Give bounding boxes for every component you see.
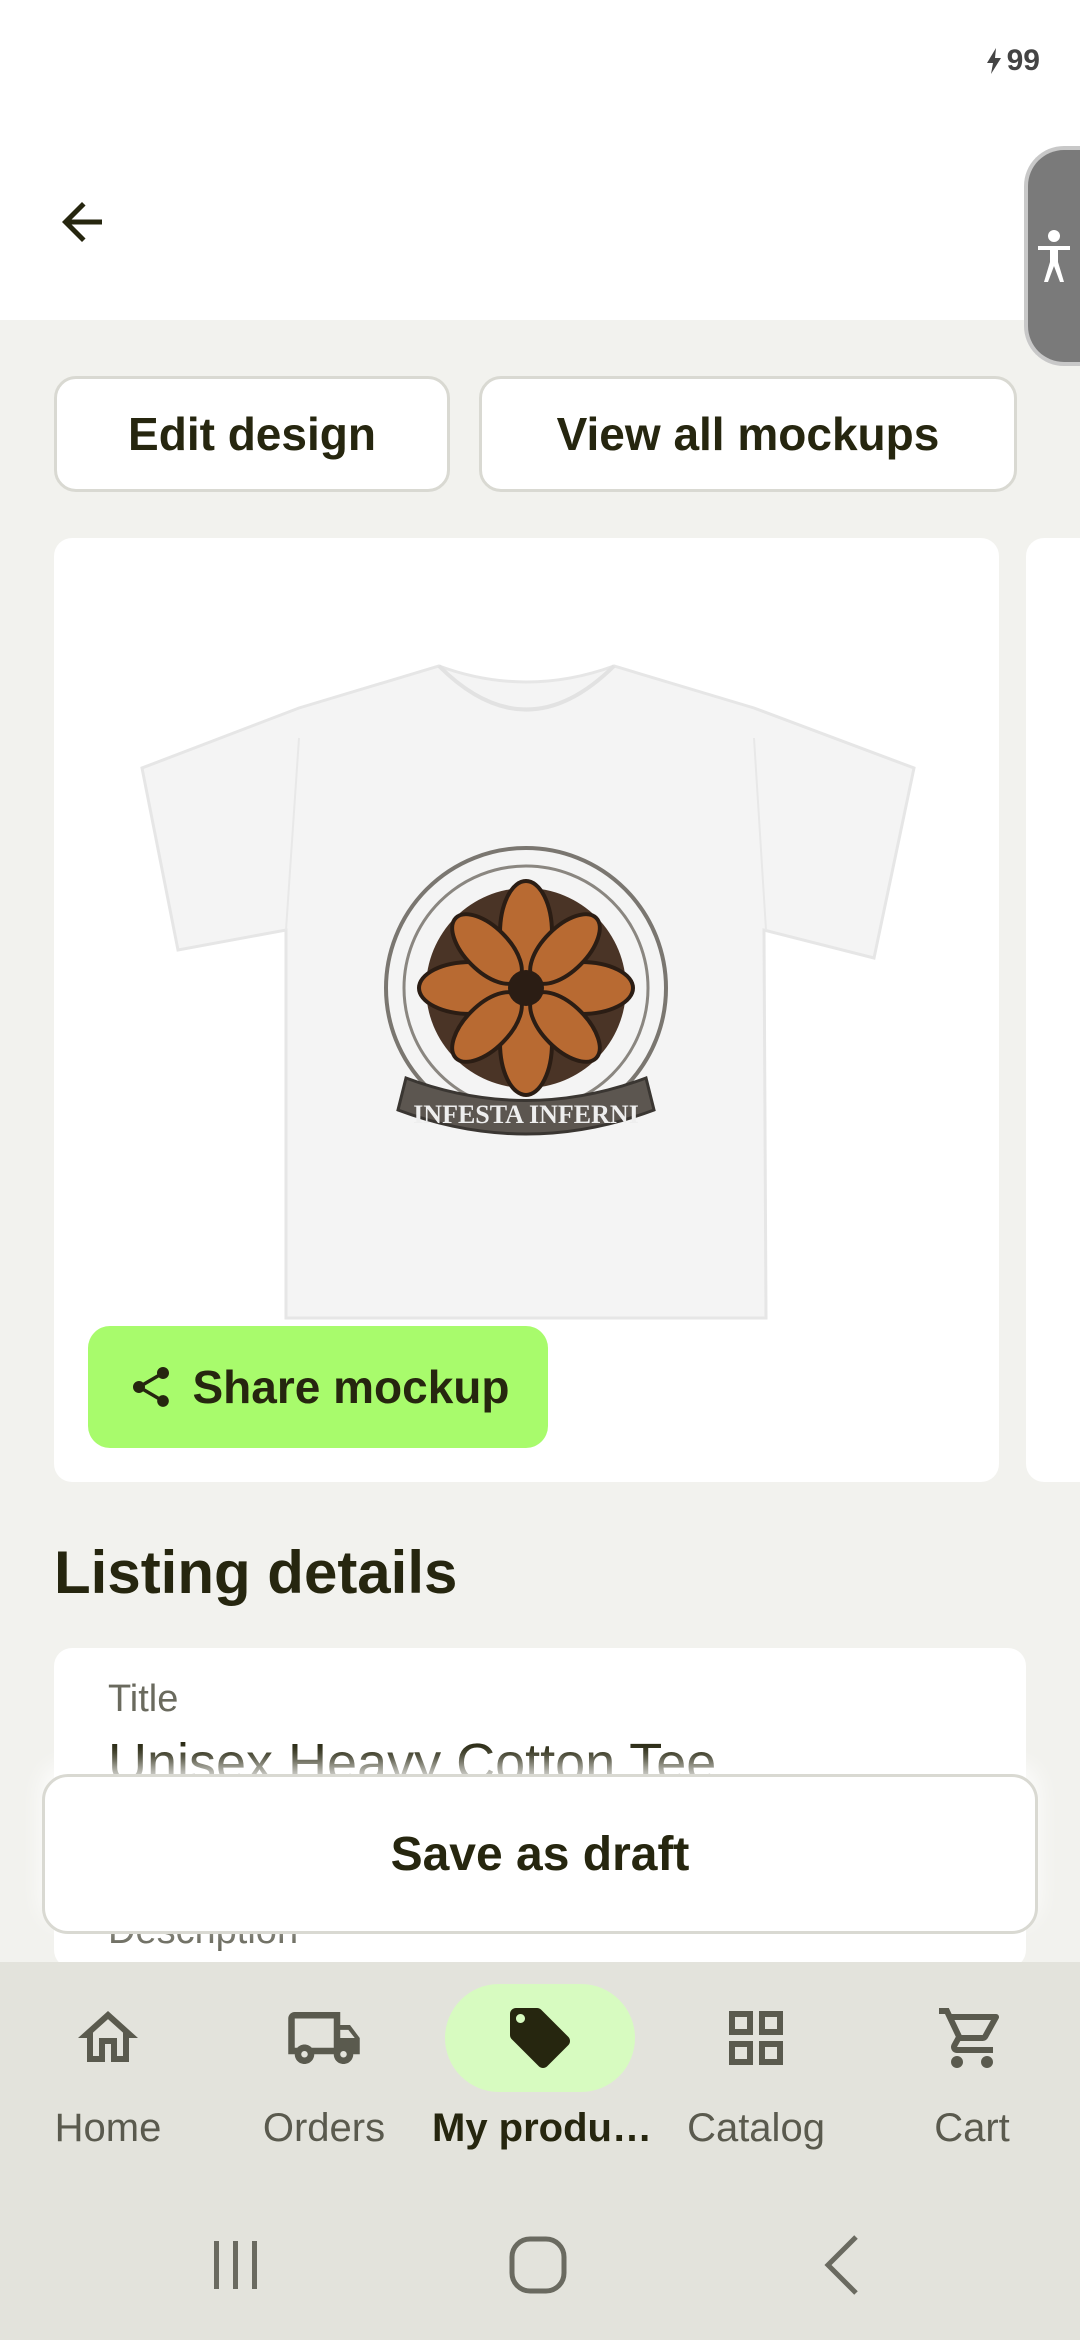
recents-icon [214, 2241, 257, 2289]
save-as-draft-button[interactable]: Save as draft [42, 1774, 1038, 1934]
nav-label-cart: Cart [934, 2106, 1010, 2150]
app-bar [0, 120, 1080, 320]
nav-item-cart[interactable]: Cart [864, 1962, 1080, 2180]
view-all-mockups-button[interactable]: View all mockups [479, 376, 1017, 492]
nav-label-home: Home [54, 2106, 162, 2150]
print-text: INFESTA INFERNI [413, 1100, 639, 1129]
tag-icon [510, 2008, 570, 2068]
truck-icon [288, 2012, 360, 2064]
share-mockup-button[interactable]: Share mockup [88, 1326, 548, 1448]
home-circle-icon [509, 2236, 567, 2294]
arrow-left-icon [62, 202, 102, 242]
battery-level: 99 [1006, 44, 1040, 77]
listing-details-heading: Listing details [54, 1539, 458, 1606]
share-icon [132, 1367, 169, 1407]
nav-item-catalog[interactable]: Catalog [648, 1962, 864, 2180]
system-navigation-bar [0, 2180, 1080, 2340]
back-button[interactable] [40, 180, 124, 264]
nav-label-catalog: Catalog [687, 2106, 825, 2150]
nav-item-orders[interactable]: Orders [216, 1962, 432, 2180]
accessibility-icon [1038, 230, 1070, 282]
system-back-button[interactable] [792, 2220, 892, 2310]
nav-item-home[interactable]: Home [0, 1962, 216, 2180]
recents-button[interactable] [186, 2220, 286, 2310]
nav-label-my-products: My produ… [432, 2106, 652, 2150]
cart-icon [939, 2008, 1000, 2068]
battery-indicator: 99 [985, 44, 1040, 78]
back-chevron-icon [824, 2235, 858, 2295]
title-field-label: Title [108, 1678, 179, 1720]
nav-item-my-products[interactable]: My produ… [432, 1962, 652, 2180]
bottom-navigation: Home Orders My produ… Catalog Cart [0, 1962, 1080, 2180]
accessibility-button[interactable] [1024, 146, 1080, 366]
share-mockup-label: Share mockup [192, 1361, 510, 1413]
home-icon [78, 2011, 138, 2062]
status-bar: 99 [0, 0, 1080, 120]
system-home-button[interactable] [488, 2220, 588, 2310]
nav-label-orders: Orders [262, 2106, 386, 2150]
mockup-card[interactable]: INFESTA INFERNI Share mockup [54, 538, 999, 1482]
edit-design-button[interactable]: Edit design [54, 376, 450, 492]
grid-icon [729, 2011, 783, 2065]
next-mockup-card[interactable] [1026, 538, 1080, 1482]
charging-bolt-icon [986, 48, 1001, 74]
